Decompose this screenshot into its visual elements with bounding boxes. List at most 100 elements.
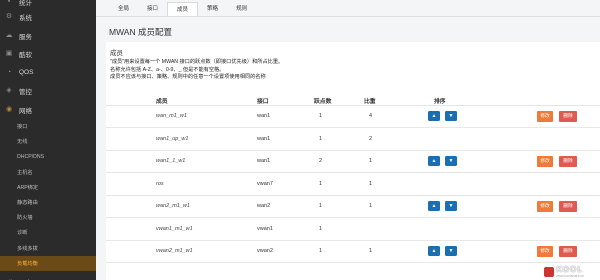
cell-interface: vwan1 (257, 225, 273, 232)
cell-weight: 4 (369, 113, 373, 119)
delete-button[interactable]: 删除 (559, 111, 577, 122)
cell-name: wan2_m1_w1 (156, 203, 190, 209)
description: "成员"用来设置每一个 MWAN 接口的跃点数（即接口优先级）和所占比重。 名称… (110, 59, 283, 82)
network-icon: ◉ (5, 105, 13, 113)
sidebar-item-label: QOS (19, 69, 34, 77)
table-row: wan1_1_w1 wan1 2 1 ▲ ▼ 修改 删除 (106, 151, 600, 173)
move-down-button[interactable]: ▼ (445, 111, 457, 121)
delete-button[interactable]: 删除 (559, 201, 577, 212)
edit-button[interactable]: 修改 (537, 201, 553, 212)
cell-name: vwan2_m1_w1 (156, 248, 193, 254)
table-row: wan_m1_w1 wan1 1 4 ▲ ▼ 修改 删除 (106, 106, 600, 128)
move-down-button[interactable]: ▼ (445, 156, 457, 166)
tab-rules[interactable]: 规则 (227, 2, 256, 16)
table-row: ros vwan7 1 1 (106, 174, 600, 196)
cell-name: wan_m1_w1 (156, 113, 187, 119)
table-row: wan2_m1_w1 wan2 1 1 ▲ ▼ 修改 删除 (106, 196, 600, 218)
logo-badge-icon (544, 267, 554, 277)
table-row: wan1_up_w1 wan1 1 2 (106, 129, 600, 151)
cell-interface: wan1 (257, 135, 271, 142)
sidebar-sub-static-route[interactable]: 静态路由 (0, 195, 96, 210)
main-content: 全局 接口 成员 策略 规则 MWAN 成员配置 成员 "成员"用来设置每一个 … (96, 0, 600, 280)
cell-interface: vwan2 (257, 248, 273, 254)
shield-icon: ◈ (6, 87, 12, 95)
cell-metric: 1 (319, 203, 323, 209)
move-up-button[interactable]: ▲ (428, 246, 440, 256)
sidebar: ▪ 统计 ⚙ 系统 ☁ 服务 ▣ 酷软 ◔ QOS ◈ 管控 ◉ 网络 接口 无… (0, 0, 96, 280)
cell-metric: 2 (319, 158, 323, 164)
sidebar-item-services[interactable]: ☁ 服务 (0, 27, 96, 46)
sidebar-item-network[interactable]: ◉ 网络 (0, 101, 96, 120)
move-up-button[interactable]: ▲ (428, 111, 440, 121)
cell-name: wan1_up_w1 (156, 135, 189, 142)
speed-icon: ◔ (6, 68, 12, 76)
sidebar-sub-load-balance[interactable]: 负载均衡 (0, 255, 96, 271)
tab-bar: 全局 接口 成员 策略 规则 (109, 0, 256, 16)
watermark-logo: KOOL www.koolshare.cn (544, 265, 598, 279)
cell-metric: 1 (319, 135, 323, 142)
cell-name: wan1_1_w1 (156, 158, 186, 164)
sidebar-item-system[interactable]: ⚙ 系统 (0, 8, 96, 27)
watermark-url: www.koolshare.cn (556, 274, 585, 278)
sidebar-sub-arp[interactable]: ARP绑定 (0, 180, 96, 195)
header-weight: 比重 (364, 99, 376, 105)
sidebar-sub-firewall[interactable]: 防火墙 (0, 210, 96, 225)
cell-interface: wan1 (257, 158, 271, 164)
sidebar-sub-diagnostics[interactable]: 诊断 (0, 225, 96, 240)
sidebar-item-label: 网络 (19, 107, 32, 115)
description-line: 成员不应该与接口、策略、规则中的任意一个设置项使用相同的名称 (110, 74, 266, 81)
edit-button[interactable]: 修改 (537, 156, 553, 167)
cell-interface: wan2 (257, 203, 271, 209)
sidebar-item-logout[interactable]: ⇥ 退出 (0, 273, 96, 280)
cell-metric: 1 (319, 180, 323, 187)
tab-interface[interactable]: 接口 (138, 2, 167, 16)
header-sort: 排序 (434, 99, 446, 105)
move-up-button[interactable]: ▲ (428, 201, 440, 211)
move-down-button[interactable]: ▼ (445, 201, 457, 211)
members-card: 成员 "成员"用来设置每一个 MWAN 接口的跃点数（即接口优先级）和所占比重。… (106, 42, 600, 280)
cell-name: ros (156, 180, 164, 187)
delete-button[interactable]: 删除 (559, 156, 577, 167)
cell-metric: 1 (319, 113, 323, 119)
sidebar-item-control[interactable]: ◈ 管控 (0, 82, 96, 101)
move-up-button[interactable]: ▲ (428, 156, 440, 166)
tab-global[interactable]: 全局 (109, 2, 138, 16)
sidebar-sub-multiwan[interactable]: 多线多拨 (0, 241, 96, 256)
cell-weight: 1 (369, 248, 373, 254)
cell-weight: 2 (369, 135, 373, 142)
edit-button[interactable]: 修改 (537, 111, 553, 122)
page-title: MWAN 成员配置 (109, 27, 172, 37)
header-interface: 接口 (257, 99, 269, 105)
cell-metric: 1 (319, 248, 323, 254)
cell-weight: 1 (369, 158, 373, 164)
cell-interface: vwan7 (257, 180, 273, 187)
cell-interface: wan1 (257, 113, 271, 119)
sidebar-item-software[interactable]: ▣ 酷软 (0, 45, 96, 64)
gear-icon: ⚙ (5, 13, 13, 21)
cell-metric: 1 (319, 225, 323, 232)
chart-icon: ▪ (7, 0, 11, 5)
sidebar-sub-dhcp-dns[interactable]: DHCP/DNS (0, 149, 96, 164)
sidebar-item-label: 服务 (19, 33, 32, 41)
package-icon: ▣ (5, 50, 13, 58)
sidebar-item-label: 酷软 (19, 52, 32, 60)
move-down-button[interactable]: ▼ (445, 246, 457, 256)
table-header: 成员 接口 跃点数 比重 排序 (106, 94, 600, 106)
sidebar-sub-wireless[interactable]: 无线 (0, 134, 96, 149)
table-row: vwan1_m1_w1 vwan1 1 (106, 219, 600, 241)
sidebar-sub-interface[interactable]: 接口 (0, 119, 96, 134)
watermark-text: KOOL (556, 265, 583, 274)
sidebar-item-qos[interactable]: ◔ QOS (0, 64, 96, 83)
table-row: vwan2_m1_w1 vwan2 1 1 ▲ ▼ 修改 删除 (106, 241, 600, 263)
edit-button[interactable]: 修改 (537, 246, 553, 257)
header-name: 成员 (156, 99, 168, 105)
sidebar-item-label: 统计 (19, 0, 32, 7)
delete-button[interactable]: 删除 (559, 246, 577, 257)
sidebar-sub-hostname[interactable]: 主机名 (0, 165, 96, 180)
section-title: 成员 (110, 50, 123, 57)
sidebar-item-stats[interactable]: ▪ 统计 (0, 0, 96, 8)
tab-members[interactable]: 成员 (167, 2, 199, 16)
tab-policy[interactable]: 策略 (198, 2, 227, 16)
cell-weight: 1 (369, 203, 373, 209)
cell-weight: 1 (369, 180, 373, 187)
